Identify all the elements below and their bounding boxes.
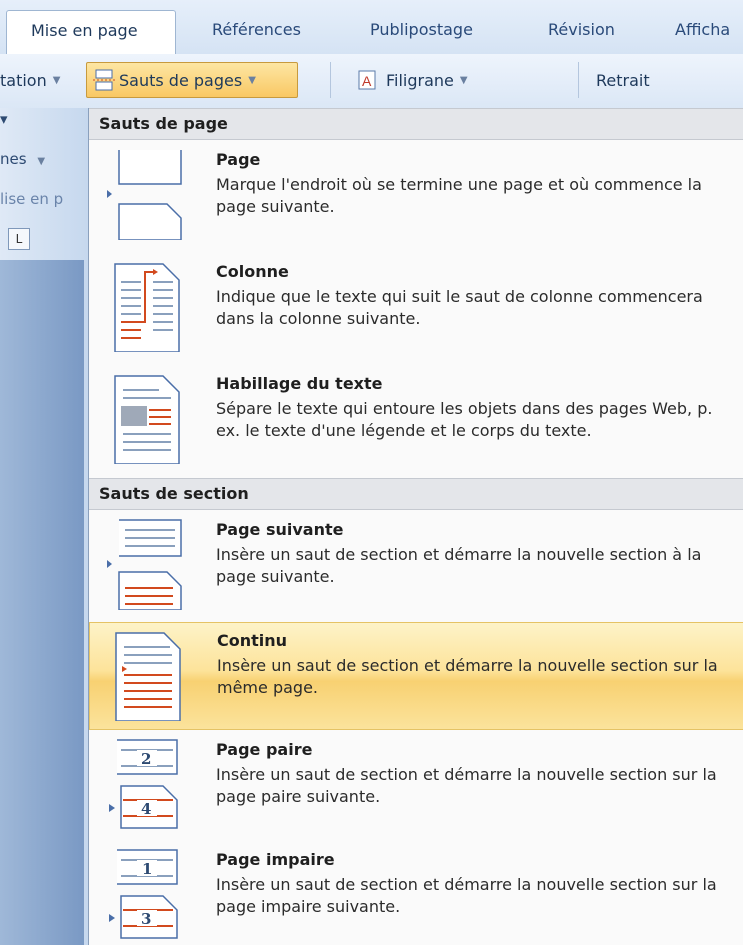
item-description: Marque l'endroit où se termine une page …	[216, 175, 702, 216]
indent-group-label: Retrait	[596, 62, 650, 98]
item-title: Colonne	[216, 262, 289, 281]
tab-revision[interactable]: Révision	[548, 20, 615, 39]
menu-item-even-page[interactable]: 2 4 Page paire Insère un saut de section…	[89, 732, 743, 840]
breaks-dropdown-menu: Sauts de page Page Marque l'endroit où s…	[88, 108, 743, 945]
item-description: Insère un saut de section et démarre la …	[216, 545, 702, 586]
item-description: Sépare le texte qui entoure les objets d…	[216, 399, 713, 440]
menu-item-column[interactable]: Colonne Indique que le texte qui suit le…	[89, 254, 743, 362]
item-description: Indique que le texte qui suit le saut de…	[216, 287, 703, 328]
tab-references[interactable]: Références	[212, 20, 301, 39]
text-wrapping-icon	[114, 375, 180, 464]
page-break-icon	[107, 150, 182, 240]
item-description: Insère un saut de section et démarre la …	[216, 765, 717, 806]
item-description: Insère un saut de section et démarre la …	[217, 656, 718, 697]
even-page-number-top: 2	[141, 750, 151, 768]
menu-item-page[interactable]: Page Marque l'endroit où se termine une …	[89, 142, 743, 250]
ribbon-separator	[578, 62, 579, 98]
lines-button[interactable]: nes ▼	[0, 150, 45, 168]
odd-page-icon: 1 3	[109, 849, 178, 939]
next-page-icon	[107, 519, 182, 610]
watermark-icon: A	[358, 70, 376, 90]
tab-affichage[interactable]: Afficha	[675, 20, 730, 39]
continuous-icon	[115, 632, 181, 721]
odd-page-number-top: 1	[142, 860, 152, 878]
item-title: Continu	[217, 631, 288, 650]
group-label: lise en p	[0, 190, 64, 208]
lines-label: nes	[0, 150, 27, 168]
indent-label: Retrait	[596, 70, 650, 90]
chevron-down-icon: ▼	[52, 74, 61, 86]
tab-mise-en-page[interactable]: Mise en page	[6, 10, 176, 54]
menu-item-odd-page[interactable]: 1 3 Page impaire Insère un saut de secti…	[89, 842, 743, 950]
chevron-down-icon: ▼	[37, 156, 46, 167]
ribbon-separator	[330, 62, 331, 98]
item-title: Page suivante	[216, 520, 344, 539]
even-page-icon: 2 4	[109, 739, 178, 829]
tab-publipostage[interactable]: Publipostage	[370, 20, 473, 39]
orientation-button[interactable]: tation ▼	[0, 62, 60, 98]
column-break-icon	[114, 263, 180, 352]
menu-item-text-wrapping[interactable]: Habillage du texte Sépare le texte qui e…	[89, 366, 743, 474]
item-title: Page impaire	[216, 850, 335, 869]
svg-text:A: A	[362, 73, 372, 89]
breaks-icon	[93, 69, 115, 91]
ribbon-tabs: Mise en page Références Publipostage Rév…	[0, 0, 743, 55]
item-title: Page	[216, 150, 261, 169]
watermark-button[interactable]: A Filigrane ▼	[356, 62, 468, 98]
page-breaks-header: Sauts de page	[89, 108, 743, 140]
odd-page-number-bottom: 3	[141, 910, 151, 928]
breaks-button[interactable]: Sauts de pages ▼	[86, 62, 298, 98]
item-title: Habillage du texte	[216, 374, 383, 393]
section-breaks-header: Sauts de section	[89, 478, 743, 510]
tab-stop-selector[interactable]: L	[8, 228, 30, 250]
chevron-down-icon: ▼	[248, 74, 256, 86]
item-description: Insère un saut de section et démarre la …	[216, 875, 717, 916]
orientation-label: tation	[0, 70, 47, 90]
vertical-ruler	[0, 260, 84, 945]
dash-mark: ▾	[0, 110, 8, 128]
chevron-down-icon: ▼	[459, 74, 468, 86]
menu-item-next-page[interactable]: Page suivante Insère un saut de section …	[89, 512, 743, 620]
even-page-number-bottom: 4	[141, 800, 151, 818]
watermark-label: Filigrane	[386, 70, 454, 90]
ribbon: tation ▼ Sauts de pages ▼ A Filigrane ▼ …	[0, 54, 743, 109]
item-title: Page paire	[216, 740, 313, 759]
menu-item-continuous[interactable]: Continu Insère un saut de section et dém…	[89, 622, 743, 730]
breaks-label: Sauts de pages	[119, 70, 243, 90]
